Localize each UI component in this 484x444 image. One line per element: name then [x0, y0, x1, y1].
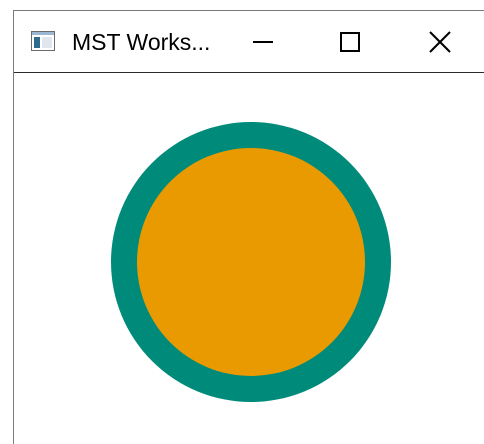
- window-title: MST Works...: [72, 29, 211, 55]
- canvas-area: [14, 73, 484, 444]
- close-button[interactable]: [394, 11, 484, 72]
- title-bar[interactable]: MST Works...: [14, 11, 484, 73]
- desktop: MST Works...: [0, 0, 484, 444]
- app-window: MST Works...: [13, 10, 484, 444]
- ring-shape: [111, 122, 391, 402]
- minimize-icon: [253, 40, 273, 43]
- inner-circle: [137, 148, 365, 376]
- minimize-button[interactable]: [217, 11, 309, 72]
- app-window-icon: [31, 31, 55, 51]
- close-icon: [429, 30, 451, 53]
- maximize-button[interactable]: [304, 11, 396, 72]
- maximize-icon: [340, 31, 360, 52]
